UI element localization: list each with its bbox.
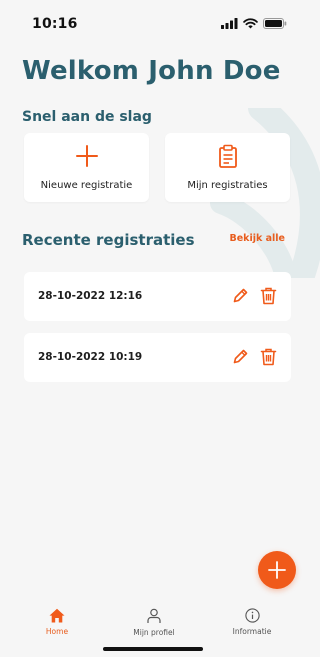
add-registration-button[interactable] [258,551,296,589]
pencil-icon[interactable] [232,348,249,365]
status-icons [221,18,287,29]
my-registrations-label: Mijn registraties [187,180,268,191]
home-indicator [103,647,203,651]
tab-profile-label: Mijn profiel [133,628,175,637]
trash-icon[interactable] [260,287,277,305]
pencil-icon[interactable] [232,287,249,304]
plus-icon [75,145,98,167]
new-registration-label: Nieuwe registratie [40,180,133,191]
status-bar: 10:16 [0,0,305,44]
clipboard-icon [218,144,237,168]
tab-profile[interactable]: Mijn profiel [114,608,194,637]
signal-icon [221,18,238,29]
tab-home[interactable]: Home [17,608,97,636]
registration-list-item[interactable]: 28-10-2022 10:19 [24,333,291,382]
status-time: 10:16 [32,16,78,32]
home-icon [49,608,65,623]
see-all-link[interactable]: Bekijk alle [229,233,285,244]
registration-datetime: 28-10-2022 12:16 [38,290,143,302]
tab-info[interactable]: Informatie [212,608,292,636]
battery-icon [263,18,287,29]
wifi-icon [243,18,258,29]
registration-list-item[interactable]: 28-10-2022 12:16 [24,272,291,321]
recent-registrations-heading: Recente registraties [22,231,195,249]
registration-datetime: 28-10-2022 10:19 [38,351,143,363]
plus-icon [268,561,286,579]
my-registrations-card[interactable]: Mijn registraties [165,133,290,202]
info-icon [244,608,260,623]
page-title: Welkom John Doe [22,56,281,86]
person-icon [147,608,161,623]
quick-start-heading: Snel aan de slag [22,109,152,125]
tab-home-label: Home [45,627,69,636]
new-registration-card[interactable]: Nieuwe registratie [24,133,149,202]
tab-info-label: Informatie [232,627,272,636]
trash-icon[interactable] [260,348,277,366]
